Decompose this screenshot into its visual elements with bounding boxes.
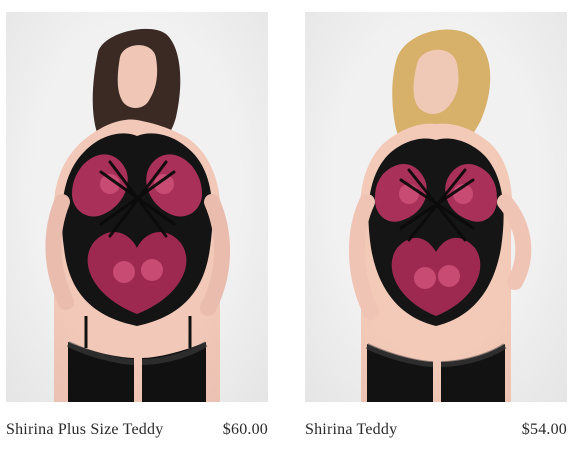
product-card-shirina-plus-size-teddy[interactable]: Shirina Plus Size Teddy $60.00 — [6, 0, 268, 450]
product-name[interactable]: Shirina Teddy — [305, 421, 397, 439]
product-meta: Shirina Plus Size Teddy $60.00 — [6, 416, 268, 444]
product-name[interactable]: Shirina Plus Size Teddy — [6, 421, 163, 439]
product-meta: Shirina Teddy $54.00 — [305, 416, 567, 444]
product-card-shirina-teddy[interactable]: Shirina Teddy $54.00 — [305, 0, 567, 450]
product-image-shirina-teddy[interactable] — [305, 12, 567, 402]
product-grid: Shirina Plus Size Teddy $60.00 Shirina T… — [0, 0, 577, 450]
product-price: $60.00 — [222, 421, 268, 438]
product-image-shirina-plus-size-teddy[interactable] — [6, 12, 268, 402]
product-price: $54.00 — [521, 421, 567, 438]
